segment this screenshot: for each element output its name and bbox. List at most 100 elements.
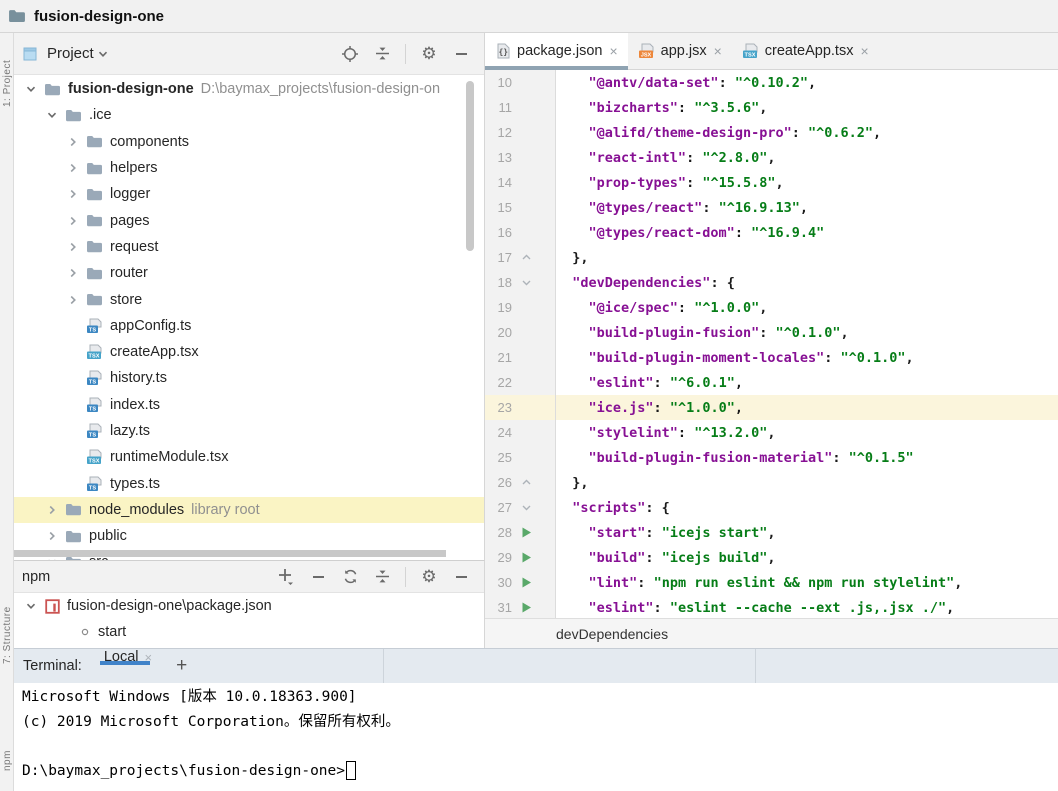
tree-item-createapp.tsx[interactable]: TSXcreateApp.tsx [14, 339, 484, 365]
chevron-right-icon[interactable] [65, 187, 81, 201]
fold-up-icon[interactable] [515, 251, 537, 264]
run-icon[interactable] [515, 551, 537, 564]
terminal-header-divider [383, 649, 384, 683]
project-horizontal-scrollbar[interactable] [14, 550, 446, 557]
chevron-right-icon[interactable] [65, 240, 81, 254]
tree-item-index.ts[interactable]: TSindex.ts [14, 392, 484, 418]
tree-item-lazy.ts[interactable]: TSlazy.ts [14, 418, 484, 444]
run-icon[interactable] [515, 526, 537, 539]
gear-icon[interactable]: ⚙ [420, 45, 438, 63]
breadcrumb-item[interactable]: devDependencies [556, 626, 668, 642]
tree-item-store[interactable]: store [14, 286, 484, 312]
code-line[interactable]: 16 "@types/react-dom": "^16.9.4" [485, 220, 1058, 245]
fold-down-icon[interactable] [515, 276, 537, 289]
line-number: 10 [485, 75, 512, 90]
tree-item-runtimemodule.tsx[interactable]: TSXruntimeModule.tsx [14, 444, 484, 470]
collapse-all-icon[interactable] [373, 568, 391, 586]
code-line[interactable]: 23 "ice.js": "^1.0.0", [485, 395, 1058, 420]
chevron-right-icon[interactable] [65, 293, 81, 307]
terminal-output[interactable]: Microsoft Windows [版本 10.0.18363.900](c)… [14, 683, 1058, 791]
code-line[interactable]: 26 }, [485, 470, 1058, 495]
minimize-icon[interactable] [452, 568, 470, 586]
code-line[interactable]: 10 "@antv/data-set": "^0.10.2", [485, 70, 1058, 95]
code-line[interactable]: 28 "start": "icejs start", [485, 520, 1058, 545]
chevron-down-icon[interactable] [23, 82, 39, 96]
editor-gutter: 16 [485, 220, 556, 245]
chevron-right-icon[interactable] [65, 135, 81, 149]
code-text: "ice.js": "^1.0.0", [556, 395, 1058, 420]
project-panel-title[interactable]: Project [47, 45, 94, 62]
code-line[interactable]: 20 "build-plugin-fusion": "^0.1.0", [485, 320, 1058, 345]
fold-up-icon[interactable] [515, 476, 537, 489]
run-icon[interactable] [515, 601, 537, 614]
code-line[interactable]: 21 "build-plugin-moment-locales": "^0.1.… [485, 345, 1058, 370]
chevron-down-icon[interactable] [94, 45, 112, 63]
editor-gutter: 19 [485, 295, 556, 320]
remove-icon[interactable] [309, 568, 327, 586]
code-line[interactable]: 29 "build": "icejs build", [485, 545, 1058, 570]
line-number: 23 [485, 400, 512, 415]
code-line[interactable]: 17 }, [485, 245, 1058, 270]
code-text: "@types/react-dom": "^16.9.4" [556, 220, 1058, 245]
tree-item-pages[interactable]: pages [14, 207, 484, 233]
code-line[interactable]: 12 "@alifd/theme-design-pro": "^0.6.2", [485, 120, 1058, 145]
code-line[interactable]: 30 "lint": "npm run eslint && npm run st… [485, 570, 1058, 595]
line-number: 29 [485, 550, 512, 565]
tree-item-helpers[interactable]: helpers [14, 155, 484, 181]
npm-script-start[interactable]: start [14, 619, 484, 645]
code-line[interactable]: 24 "stylelint": "^13.2.0", [485, 420, 1058, 445]
tool-window-button-project[interactable]: 1: Project [0, 43, 13, 123]
chevron-down-icon[interactable] [44, 108, 60, 122]
close-icon[interactable]: × [602, 44, 617, 58]
refresh-icon[interactable] [341, 568, 359, 586]
new-terminal-session-button[interactable]: + [176, 649, 187, 683]
tab-app-jsx[interactable]: JSXapp.jsx× [628, 33, 732, 69]
tree-item-node-modules[interactable]: node_moduleslibrary root [14, 497, 484, 523]
tree-item-request[interactable]: request [14, 234, 484, 260]
gear-icon[interactable]: ⚙ [420, 568, 438, 586]
code-text: "eslint": "eslint --cache --ext .js,.jsx… [556, 595, 1058, 618]
code-line[interactable]: 15 "@types/react": "^16.9.13", [485, 195, 1058, 220]
tree-item-appconfig.ts[interactable]: TSappConfig.ts [14, 313, 484, 339]
tree-item-types.ts[interactable]: TStypes.ts [14, 470, 484, 496]
run-icon[interactable] [515, 576, 537, 589]
code-line[interactable]: 14 "prop-types": "^15.5.8", [485, 170, 1058, 195]
tree-item-public[interactable]: public [14, 523, 484, 549]
chevron-right-icon[interactable] [65, 266, 81, 280]
collapse-all-icon[interactable] [373, 45, 391, 63]
code-line[interactable]: 25 "build-plugin-fusion-material": "^0.1… [485, 445, 1058, 470]
tree-item-router[interactable]: router [14, 260, 484, 286]
tree-item-.ice[interactable]: .ice [14, 102, 484, 128]
chevron-down-icon[interactable] [23, 599, 39, 613]
chevron-right-icon[interactable] [65, 214, 81, 228]
locate-target-icon[interactable] [341, 45, 359, 63]
tree-item-fusion-design-one[interactable]: fusion-design-oneD:\baymax_projects\fusi… [14, 76, 484, 102]
minimize-icon[interactable] [452, 45, 470, 63]
project-vertical-scrollbar[interactable] [466, 81, 474, 251]
tab-package-json[interactable]: {}package.json× [485, 33, 628, 69]
chevron-right-icon[interactable] [65, 161, 81, 175]
npm-root-package-json[interactable]: fusion-design-one\package.json [14, 593, 484, 619]
code-text: "build": "icejs build", [556, 545, 1058, 570]
tree-item-components[interactable]: components [14, 129, 484, 155]
tool-window-button-npm[interactable]: npm [0, 733, 13, 788]
code-line[interactable]: 22 "eslint": "^6.0.1", [485, 370, 1058, 395]
code-line[interactable]: 27 "scripts": { [485, 495, 1058, 520]
code-line[interactable]: 31 "eslint": "eslint --cache --ext .js,.… [485, 595, 1058, 618]
tab-createapp-tsx[interactable]: TSXcreateApp.tsx× [732, 33, 879, 69]
code-line[interactable]: 19 "@ice/spec": "^1.0.0", [485, 295, 1058, 320]
code-line[interactable]: 18 "devDependencies": { [485, 270, 1058, 295]
chevron-right-icon[interactable] [44, 503, 60, 517]
tool-window-button-structure[interactable]: 7: Structure [0, 585, 13, 685]
code-line[interactable]: 11 "bizcharts": "^3.5.6", [485, 95, 1058, 120]
tree-item-history.ts[interactable]: TShistory.ts [14, 365, 484, 391]
chevron-right-icon[interactable] [44, 529, 60, 543]
close-icon[interactable]: × [853, 44, 868, 58]
terminal-tab-local[interactable]: Local× [100, 649, 164, 665]
code-line[interactable]: 13 "react-intl": "^2.8.0", [485, 145, 1058, 170]
add-icon[interactable] [277, 568, 295, 586]
tree-item-logger[interactable]: logger [14, 181, 484, 207]
code-editor[interactable]: 10 "@antv/data-set": "^0.10.2",11 "bizch… [485, 70, 1058, 618]
fold-down-icon[interactable] [515, 501, 537, 514]
close-icon[interactable]: × [707, 44, 722, 58]
